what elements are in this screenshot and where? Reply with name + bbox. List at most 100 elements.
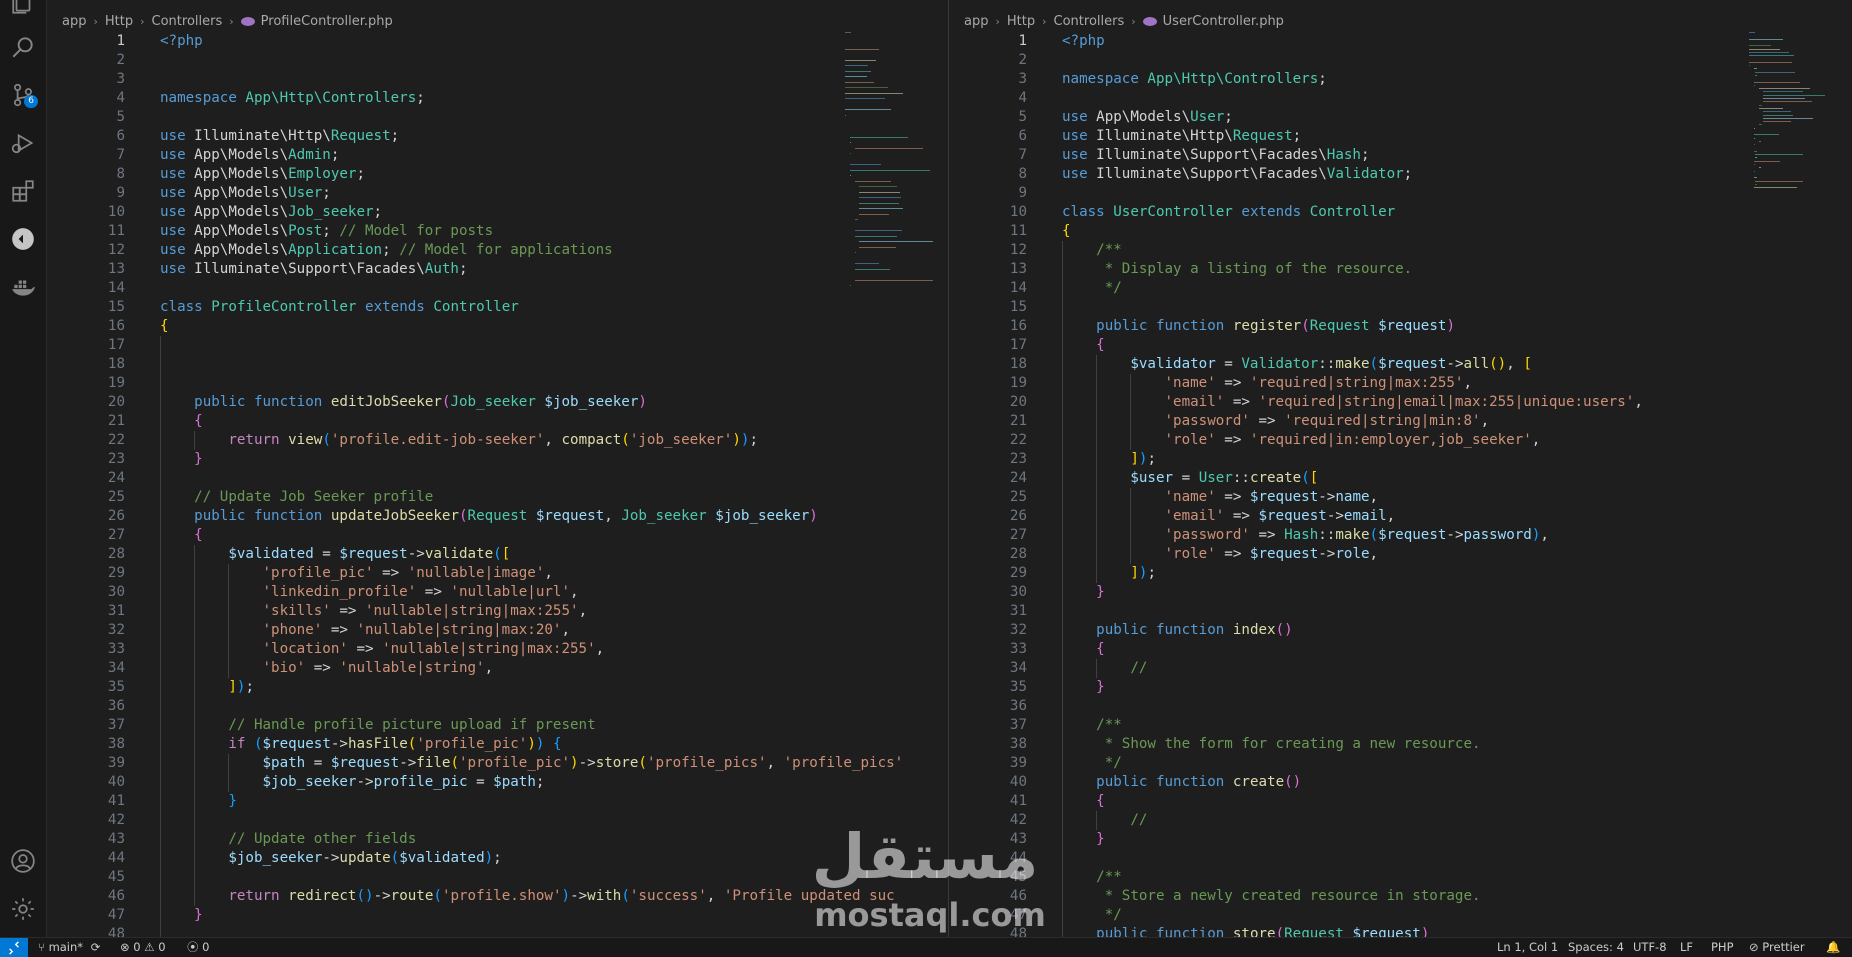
- code-line[interactable]: 41 {: [949, 792, 1852, 811]
- code-line[interactable]: 44: [949, 849, 1852, 868]
- code-line[interactable]: 25 // Update Job Seeker profile: [47, 488, 947, 507]
- code-line[interactable]: 32 'phone' => 'nullable|string|max:20',: [47, 621, 947, 640]
- code-line[interactable]: 15: [949, 298, 1852, 317]
- code-line[interactable]: 36: [47, 697, 947, 716]
- code-line[interactable]: 22 'role' => 'required|in:employer,job_s…: [949, 431, 1852, 450]
- code-line[interactable]: 38 * Show the form for creating a new re…: [949, 735, 1852, 754]
- code-line[interactable]: 42 //: [949, 811, 1852, 830]
- code-line[interactable]: 40 public function create(): [949, 773, 1852, 792]
- right-minimap[interactable]: [1749, 32, 1841, 212]
- source-control-icon[interactable]: 6: [8, 80, 38, 110]
- code-line[interactable]: 41 }: [47, 792, 947, 811]
- code-line[interactable]: 14 */: [949, 279, 1852, 298]
- account-icon[interactable]: [8, 846, 38, 876]
- breadcrumb-item[interactable]: Controllers: [152, 14, 223, 29]
- breadcrumb-item[interactable]: Controllers: [1054, 14, 1125, 29]
- code-line[interactable]: 21 {: [47, 412, 947, 431]
- code-line[interactable]: 28 $validated = $request->validate([: [47, 545, 947, 564]
- code-line[interactable]: 19: [47, 374, 947, 393]
- code-line[interactable]: 14: [47, 279, 947, 298]
- code-line[interactable]: 1 <?php: [949, 32, 1852, 51]
- breadcrumb-item[interactable]: Http: [1007, 14, 1035, 29]
- code-line[interactable]: 4: [949, 89, 1852, 108]
- code-line[interactable]: 31 'skills' => 'nullable|string|max:255'…: [47, 602, 947, 621]
- code-line[interactable]: 35 ]);: [47, 678, 947, 697]
- code-line[interactable]: 32 public function index(): [949, 621, 1852, 640]
- extensions-icon[interactable]: [8, 176, 38, 206]
- code-line[interactable]: 1 <?php: [47, 32, 947, 51]
- formatter-status[interactable]: ⊘ Prettier: [1749, 938, 1805, 957]
- code-line[interactable]: 31: [949, 602, 1852, 621]
- code-line[interactable]: 6 use Illuminate\Http\Request;: [949, 127, 1852, 146]
- code-line[interactable]: 16 public function register(Request $req…: [949, 317, 1852, 336]
- code-line[interactable]: 9 use App\Models\User;: [47, 184, 947, 203]
- code-line[interactable]: 29 ]);: [949, 564, 1852, 583]
- code-line[interactable]: 18: [47, 355, 947, 374]
- explorer-icon[interactable]: [8, 0, 38, 18]
- code-line[interactable]: 2: [47, 51, 947, 70]
- right-code-area[interactable]: 1 <?php 2 3 namespace App\Http\Controllers; 4…: [949, 32, 1852, 938]
- code-line[interactable]: 37 // Handle profile picture upload if p…: [47, 716, 947, 735]
- breadcrumb-item[interactable]: app: [62, 14, 86, 29]
- code-line[interactable]: 36: [949, 697, 1852, 716]
- remote-icon[interactable]: [8, 224, 38, 254]
- code-line[interactable]: 12 /**: [949, 241, 1852, 260]
- code-line[interactable]: 37 /**: [949, 716, 1852, 735]
- code-line[interactable]: 27 'password' => Hash::make($request->pa…: [949, 526, 1852, 545]
- code-line[interactable]: 4 namespace App\Http\Controllers;: [47, 89, 947, 108]
- code-line[interactable]: 11 use App\Models\Post; // Model for post…: [47, 222, 947, 241]
- code-line[interactable]: 45: [47, 868, 947, 887]
- code-line[interactable]: 2: [949, 51, 1852, 70]
- code-line[interactable]: 45 /**: [949, 868, 1852, 887]
- code-line[interactable]: 40 $job_seeker->profile_pic = $path;: [47, 773, 947, 792]
- code-line[interactable]: 27 {: [47, 526, 947, 545]
- code-line[interactable]: 39 */: [949, 754, 1852, 773]
- right-scrollbar[interactable]: [1837, 32, 1851, 938]
- code-line[interactable]: 24: [47, 469, 947, 488]
- breadcrumb-item[interactable]: Http: [105, 14, 133, 29]
- code-line[interactable]: 15 class ProfileController extends Contro…: [47, 298, 947, 317]
- code-line[interactable]: 38 if ($request->hasFile('profile_pic'))…: [47, 735, 947, 754]
- code-line[interactable]: 33 'location' => 'nullable|string|max:25…: [47, 640, 947, 659]
- code-line[interactable]: 29 'profile_pic' => 'nullable|image',: [47, 564, 947, 583]
- code-line[interactable]: 33 {: [949, 640, 1852, 659]
- code-line[interactable]: 42: [47, 811, 947, 830]
- search-icon[interactable]: [8, 32, 38, 62]
- code-line[interactable]: 6 use Illuminate\Http\Request;: [47, 127, 947, 146]
- code-line[interactable]: 21 'password' => 'required|string|min:8'…: [949, 412, 1852, 431]
- breadcrumb-item[interactable]: app: [964, 14, 988, 29]
- code-line[interactable]: 46 * Store a newly created resource in s…: [949, 887, 1852, 906]
- code-line[interactable]: 13 * Display a listing of the resource.: [949, 260, 1852, 279]
- branch-status[interactable]: ⑂ main* ⟳: [38, 938, 100, 957]
- code-line[interactable]: 34 'bio' => 'nullable|string',: [47, 659, 947, 678]
- code-line[interactable]: 39 $path = $request->file('profile_pic')…: [47, 754, 947, 773]
- end-of-line[interactable]: LF: [1680, 938, 1693, 957]
- encoding[interactable]: UTF-8: [1633, 938, 1667, 957]
- code-line[interactable]: 23 }: [47, 450, 947, 469]
- code-line[interactable]: 8 use Illuminate\Support\Facades\Validato…: [949, 165, 1852, 184]
- code-line[interactable]: 5: [47, 108, 947, 127]
- code-line[interactable]: 44 $job_seeker->update($validated);: [47, 849, 947, 868]
- code-line[interactable]: 20 public function editJobSeeker(Job_see…: [47, 393, 947, 412]
- code-line[interactable]: 46 return redirect()->route('profile.sho…: [47, 887, 947, 906]
- left-minimap[interactable]: [845, 32, 942, 352]
- run-debug-icon[interactable]: [8, 128, 38, 158]
- code-line[interactable]: 47 */: [949, 906, 1852, 925]
- code-line[interactable]: 35 }: [949, 678, 1852, 697]
- code-line[interactable]: 8 use App\Models\Employer;: [47, 165, 947, 184]
- left-scrollbar[interactable]: [933, 32, 947, 938]
- problems-status[interactable]: ⊗ 0 ⚠ 0: [120, 938, 166, 957]
- code-line[interactable]: 20 'email' => 'required|string|email|max…: [949, 393, 1852, 412]
- code-line[interactable]: 28 'role' => $request->role,: [949, 545, 1852, 564]
- code-line[interactable]: 3: [47, 70, 947, 89]
- code-line[interactable]: 25 'name' => $request->name,: [949, 488, 1852, 507]
- code-line[interactable]: 30 'linkedin_profile' => 'nullable|url',: [47, 583, 947, 602]
- notifications-bell-icon[interactable]: 🔔: [1826, 938, 1840, 957]
- cursor-position[interactable]: Ln 1, Col 1: [1497, 938, 1558, 957]
- code-line[interactable]: 11 {: [949, 222, 1852, 241]
- left-code-area[interactable]: 1 <?php 2 3 4 namespace App\Http\Controllers;…: [47, 32, 947, 938]
- code-line[interactable]: 17: [47, 336, 947, 355]
- code-line[interactable]: 34 //: [949, 659, 1852, 678]
- code-line[interactable]: 12 use App\Models\Application; // Model f…: [47, 241, 947, 260]
- code-line[interactable]: 43 }: [949, 830, 1852, 849]
